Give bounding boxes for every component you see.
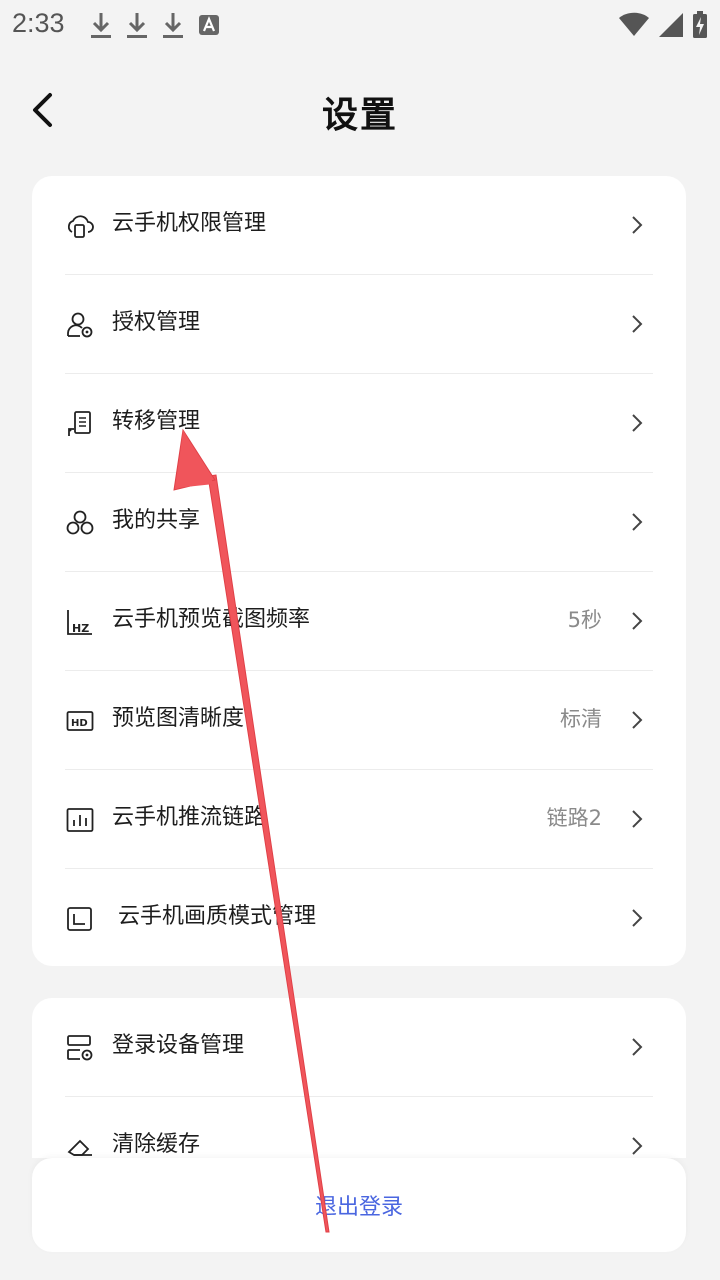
row-label: 云手机画质模式管理 [118, 904, 317, 929]
chevron-right-icon [632, 909, 643, 927]
battery-charging-icon [692, 11, 708, 39]
row-label: 转移管理 [112, 409, 201, 434]
row-label: 清除缓存 [112, 1132, 201, 1157]
font-a-icon [198, 13, 220, 37]
cloud-phone-icon [66, 212, 94, 240]
hd-icon: HD [66, 707, 94, 735]
device-settings-icon [66, 1034, 94, 1062]
row-label: 云手机权限管理 [112, 211, 267, 236]
row-login-device[interactable]: 登录设备管理 [32, 998, 686, 1097]
download-icon [90, 11, 112, 39]
row-my-share[interactable]: 我的共享 [32, 473, 686, 572]
chevron-right-icon [632, 216, 643, 234]
row-preview-clarity[interactable]: HD 预览图清晰度 标清 [32, 671, 686, 770]
signal-icon [658, 12, 684, 38]
row-quality-mode[interactable]: 云手机画质模式管理 [32, 869, 686, 966]
row-label: 授权管理 [112, 310, 201, 335]
row-stream-link[interactable]: 云手机推流链路 链路2 [32, 770, 686, 869]
logout-label: 退出登录 [314, 1195, 403, 1220]
wifi-icon [618, 12, 650, 38]
eraser-icon [66, 1133, 94, 1158]
row-label: 我的共享 [112, 508, 201, 533]
transfer-document-icon [66, 410, 94, 438]
settings-group-secondary: 登录设备管理 清除缓存 [32, 998, 686, 1158]
bar-chart-icon [66, 806, 94, 834]
row-transfer[interactable]: 转移管理 [32, 374, 686, 473]
quality-frame-icon [66, 905, 94, 933]
chevron-right-icon [632, 414, 643, 432]
logout-button[interactable]: 退出登录 [32, 1158, 686, 1252]
chevron-right-icon [632, 711, 643, 729]
row-authorization[interactable]: 授权管理 [32, 275, 686, 374]
hz-icon: HZ [66, 608, 94, 636]
row-preview-capture-frequency[interactable]: HZ 云手机预览截图频率 5秒 [32, 572, 686, 671]
status-time: 2:33 [12, 8, 65, 38]
download-icon [162, 11, 184, 39]
notification-icons [90, 10, 220, 40]
svg-text:HD: HD [71, 718, 88, 729]
chevron-right-icon [632, 1137, 643, 1155]
row-label: 云手机预览截图频率 [112, 607, 311, 632]
settings-group-main: 云手机权限管理 授权管理 转移管理 我的共享 HZ 云手机预览截图频率 5秒 H… [32, 176, 686, 966]
row-clear-cache[interactable]: 清除缓存 [32, 1097, 686, 1158]
user-settings-icon [66, 311, 94, 339]
svg-text:HZ: HZ [72, 622, 89, 635]
row-label: 登录设备管理 [112, 1033, 245, 1058]
status-bar: 2:33 [0, 0, 720, 50]
row-value: 链路2 [546, 806, 602, 830]
chevron-right-icon [632, 810, 643, 828]
chevron-right-icon [632, 1038, 643, 1056]
header: 设置 [0, 70, 720, 150]
chevron-right-icon [632, 612, 643, 630]
row-value: 标清 [560, 707, 602, 731]
chevron-right-icon [632, 315, 643, 333]
chevron-right-icon [632, 513, 643, 531]
row-label: 预览图清晰度 [112, 706, 245, 731]
row-value: 5秒 [567, 608, 602, 632]
share-nodes-icon [66, 509, 94, 537]
row-cloud-phone-permission[interactable]: 云手机权限管理 [32, 176, 686, 275]
row-label: 云手机推流链路 [112, 805, 267, 830]
page-title: 设置 [321, 95, 398, 136]
download-icon [126, 11, 148, 39]
system-icons [618, 10, 708, 40]
